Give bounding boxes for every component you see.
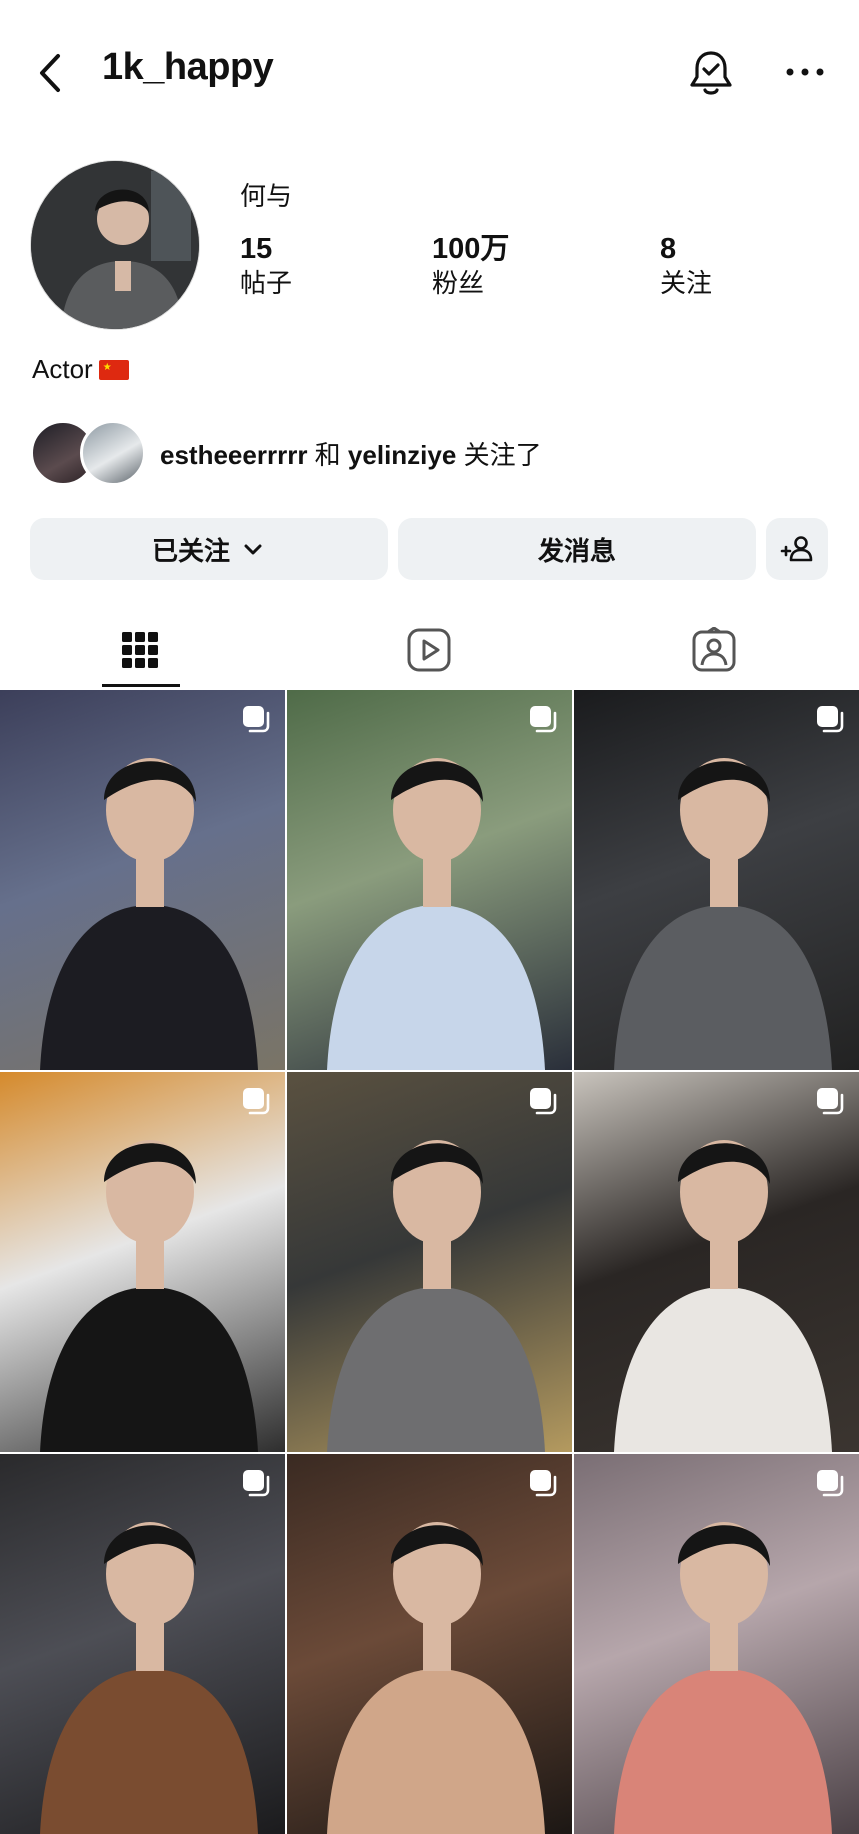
message-label: 发消息	[537, 535, 616, 566]
message-button[interactable]: 发消息	[398, 518, 756, 580]
tab-tagged[interactable]	[574, 614, 854, 686]
post-thumbnail[interactable]	[0, 1454, 285, 1834]
more-options-button[interactable]	[780, 52, 830, 92]
bell-check-icon	[690, 51, 732, 95]
post-thumbnail[interactable]	[287, 690, 572, 1070]
carousel-icon	[817, 1470, 844, 1497]
notifications-button[interactable]	[686, 46, 736, 100]
carousel-icon	[530, 1470, 557, 1497]
post-image	[614, 758, 832, 1070]
tab-posts[interactable]	[0, 614, 280, 686]
reels-play-icon	[407, 628, 451, 672]
post-thumbnail[interactable]	[287, 1072, 572, 1452]
grid-icon	[122, 632, 158, 668]
post-image	[614, 1140, 832, 1452]
display-name: 何与	[240, 181, 293, 211]
posts-count: 15	[240, 233, 273, 265]
bio-text: Actor	[32, 354, 93, 384]
chevron-down-icon	[244, 544, 262, 555]
post-image	[40, 1522, 258, 1834]
following-count: 8	[660, 233, 677, 265]
profile-username: 1k_happy	[102, 46, 274, 88]
post-image	[327, 1522, 545, 1834]
active-tab-indicator	[102, 684, 180, 687]
mutual-suffix: 关注了	[463, 439, 542, 470]
stat-posts[interactable]: 15 帖子	[240, 232, 292, 300]
post-thumbnail[interactable]	[574, 1072, 859, 1452]
posts-label: 帖子	[240, 268, 293, 298]
more-dots-icon	[786, 68, 824, 76]
carousel-icon	[530, 1088, 557, 1115]
china-flag-icon	[98, 359, 129, 380]
profile-bio: Actor	[32, 354, 129, 385]
avatar-image	[31, 161, 199, 329]
post-image	[327, 1140, 545, 1452]
carousel-icon	[817, 706, 844, 733]
carousel-icon	[817, 1088, 844, 1115]
following-label: 已关注	[151, 535, 230, 566]
mutual-user-2: yelinziye	[347, 439, 457, 470]
following-label: 关注	[660, 268, 713, 298]
add-person-icon	[780, 536, 813, 562]
mutual-followers-text: estheeerrrrr 和 yelinziye 关注了	[160, 435, 542, 472]
followers-count: 100万	[432, 233, 510, 265]
tab-reels[interactable]	[289, 614, 569, 686]
stat-followers[interactable]: 100万 粉丝	[432, 232, 509, 300]
profile-avatar[interactable]	[30, 160, 200, 330]
mutual-followers[interactable]: estheeerrrrr 和 yelinziye 关注了	[30, 420, 542, 486]
stat-following[interactable]: 8 关注	[660, 232, 712, 300]
post-thumbnail[interactable]	[574, 1454, 859, 1834]
post-thumbnail[interactable]	[0, 1072, 285, 1452]
back-button[interactable]	[28, 48, 78, 98]
post-thumbnail[interactable]	[574, 690, 859, 1070]
following-button[interactable]: 已关注	[30, 518, 388, 580]
suggest-people-button[interactable]	[766, 518, 828, 580]
carousel-icon	[243, 706, 270, 733]
carousel-icon	[530, 706, 557, 733]
followers-label: 粉丝	[432, 268, 485, 298]
post-image	[327, 758, 545, 1070]
mutual-avatar	[80, 420, 146, 486]
post-thumbnail[interactable]	[0, 690, 285, 1070]
tagged-person-icon	[692, 627, 736, 672]
post-image	[614, 1522, 832, 1834]
mutual-conj: 和	[314, 439, 341, 470]
carousel-icon	[243, 1088, 270, 1115]
post-image	[40, 1140, 258, 1452]
chevron-left-icon	[40, 54, 60, 92]
post-thumbnail[interactable]	[287, 1454, 572, 1834]
mutual-user-1: estheeerrrrr	[160, 439, 308, 470]
posts-grid	[0, 690, 859, 1834]
carousel-icon	[243, 1470, 270, 1497]
post-image	[40, 758, 258, 1070]
